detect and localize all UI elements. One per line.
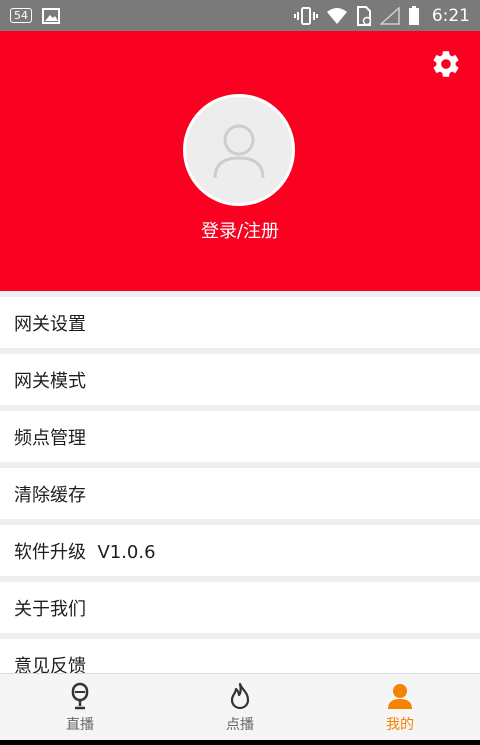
image-notification-icon [42,7,60,24]
settings-gear-icon[interactable] [430,48,462,80]
menu-item-gateway-settings[interactable]: 网关设置 [0,297,480,348]
menu-item-software-upgrade[interactable]: 软件升级 V1.0.6 [0,525,480,576]
signal-icon [379,6,400,25]
login-register-link[interactable]: 登录/注册 [0,217,480,243]
tab-vod[interactable]: 点播 [160,674,320,741]
navigation-strip [0,740,480,745]
status-bar: 54 6:21 [0,0,480,31]
microphone-icon [71,682,89,709]
tab-mine-label: 我的 [386,716,414,733]
settings-menu: 网关设置 网关模式 频点管理 清除缓存 软件升级 V1.0.6 关于我们 意见反… [0,297,480,696]
avatar[interactable] [183,94,295,206]
menu-item-gateway-mode[interactable]: 网关模式 [0,354,480,405]
menu-item-about-us[interactable]: 关于我们 [0,582,480,633]
profile-header: 登录/注册 [0,31,480,291]
battery-icon [408,5,419,25]
sim-card-icon [356,5,372,26]
user-placeholder-icon [213,124,265,179]
tab-live-label: 直播 [66,716,94,733]
tab-vod-label: 点播 [226,716,254,733]
clock-time: 6:21 [431,5,470,26]
tab-live[interactable]: 直播 [0,674,160,741]
flame-icon [230,682,250,709]
vibrate-icon [293,6,318,25]
wifi-icon [326,7,347,24]
bottom-tab-bar: 直播 点播 我的 [0,673,480,741]
tab-mine[interactable]: 我的 [320,674,480,741]
menu-item-frequency-management[interactable]: 频点管理 [0,411,480,462]
user-icon [388,683,412,709]
menu-item-clear-cache[interactable]: 清除缓存 [0,468,480,519]
notification-count-badge: 54 [10,8,32,23]
